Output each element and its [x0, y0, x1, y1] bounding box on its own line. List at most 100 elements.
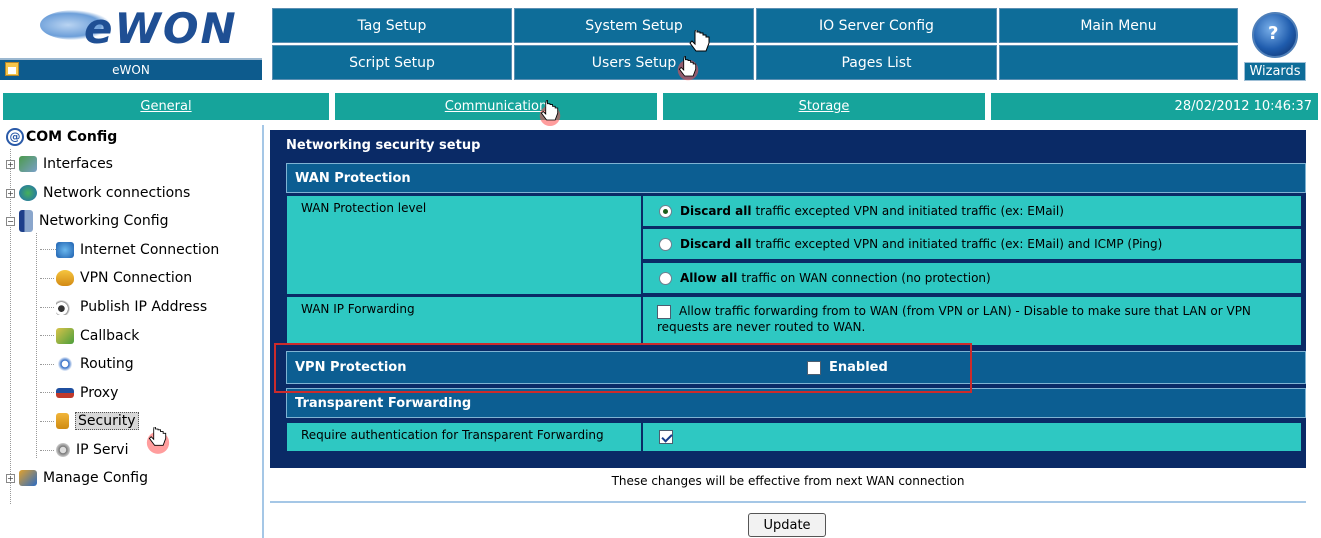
effective-note: These changes will be effective from nex…	[611, 474, 965, 488]
nav-pages-list[interactable]: Pages List	[756, 45, 997, 80]
tree-item-callback[interactable]: Callback	[56, 324, 139, 348]
at-sign-icon: @	[6, 128, 24, 146]
padlock-icon	[56, 413, 69, 429]
red-hand-cursor-icon	[677, 56, 699, 81]
tab-general[interactable]: General	[3, 93, 329, 120]
require-auth-checkbox[interactable]	[659, 429, 673, 444]
nav-tag-setup[interactable]: Tag Setup	[272, 8, 512, 43]
tree-root-label: COM Config	[26, 129, 118, 145]
tree-item-label: Security	[75, 412, 139, 430]
panel-divider	[262, 125, 264, 538]
config-tree: @ COM Config + Interfaces + Network conn…	[0, 125, 262, 538]
highlight-box	[274, 343, 972, 393]
logo-text: eWON	[84, 4, 238, 53]
require-auth-label: Require authentication for Transparent F…	[286, 422, 642, 452]
option-text: traffic on WAN connection (no protection…	[741, 271, 991, 285]
tree-item-label: Interfaces	[43, 156, 113, 172]
tree-root-com-config[interactable]: @ COM Config	[6, 125, 117, 149]
sub-navigation: General Communication Storage 28/02/2012…	[0, 86, 1321, 122]
section-wan-protection: WAN Protection	[286, 163, 1306, 193]
tree-item-network-connections[interactable]: + Network connections	[6, 181, 190, 205]
tree-item-label: Manage Config	[43, 470, 148, 486]
wan-protection-level-label: WAN Protection level	[286, 195, 642, 295]
tab-communication[interactable]: Communication	[335, 93, 657, 120]
expand-icon[interactable]: +	[6, 159, 15, 169]
tree-item-networking-config[interactable]: − Networking Config	[6, 209, 168, 233]
current-datetime: 28/02/2012 10:46:37	[991, 93, 1318, 120]
red-hand-cursor-icon-3	[146, 427, 170, 454]
require-auth-cell	[642, 422, 1302, 452]
radio-discard-all-selected[interactable]	[659, 204, 672, 218]
vpn-shield-icon	[56, 270, 74, 286]
broadcast-icon	[56, 299, 74, 315]
help-wizard-icon[interactable]: ?	[1252, 12, 1298, 58]
wizards-button[interactable]: Wizards	[1244, 62, 1306, 81]
gear-icon	[56, 443, 70, 457]
option-text: traffic excepted VPN and initiated traff…	[755, 237, 1163, 251]
tree-item-label: Networking Config	[39, 213, 169, 229]
option-bold: Discard all	[680, 237, 752, 251]
update-button[interactable]: Update	[748, 513, 826, 537]
device-name: eWON	[112, 63, 150, 77]
tab-communication-link[interactable]: Communication	[445, 99, 547, 114]
wan-option-2[interactable]: Discard all traffic excepted VPN and ini…	[642, 228, 1302, 260]
tab-storage[interactable]: Storage	[663, 93, 985, 120]
nav-main-menu[interactable]: Main Menu	[999, 8, 1238, 43]
collapse-icon[interactable]: −	[6, 216, 15, 226]
hand-cursor-icon	[689, 30, 710, 52]
forwarding-text-line1: Allow traffic forwarding from to WAN (fr…	[679, 304, 1251, 318]
internet-connection-icon	[56, 242, 74, 258]
wan-option-3[interactable]: Allow all traffic on WAN connection (no …	[642, 262, 1302, 294]
tree-item-label: Network connections	[43, 185, 191, 201]
expand-icon[interactable]: +	[6, 188, 15, 198]
option-bold: Allow all	[680, 271, 738, 285]
nav-users-setup[interactable]: Users Setup	[514, 45, 754, 80]
tree-item-vpn-connection[interactable]: VPN Connection	[56, 266, 192, 290]
nav-empty-slot	[999, 45, 1238, 80]
wan-ip-forwarding-label: WAN IP Forwarding	[286, 296, 642, 346]
tree-item-interfaces[interactable]: + Interfaces	[6, 152, 113, 176]
top-navigation: Tag Setup System Setup IO Server Config …	[272, 8, 1238, 80]
tree-item-label: Internet Connection	[80, 242, 220, 258]
proxy-arrows-icon	[56, 388, 74, 398]
device-bar: eWON	[0, 58, 262, 80]
wan-ip-forwarding-cell: Allow traffic forwarding from to WAN (fr…	[642, 296, 1302, 346]
wan-forwarding-checkbox[interactable]	[657, 304, 671, 319]
tree-item-label: Proxy	[80, 385, 119, 401]
tree-item-label: Publish IP Address	[80, 299, 208, 315]
wan-option-1[interactable]: Discard all traffic excepted VPN and ini…	[642, 195, 1302, 227]
callback-icon	[56, 328, 74, 344]
option-text: traffic excepted VPN and initiated traff…	[755, 204, 1064, 218]
tab-storage-link[interactable]: Storage	[799, 99, 850, 114]
tree-item-manage-config[interactable]: + Manage Config	[6, 466, 148, 490]
ewon-logo: eWON	[0, 0, 262, 56]
tree-item-label: VPN Connection	[80, 270, 193, 286]
tree-item-ip-services[interactable]: IP Servi	[56, 438, 128, 462]
tree-item-proxy[interactable]: Proxy	[56, 381, 118, 405]
radio-allow-all[interactable]	[659, 271, 672, 285]
tree-item-publish-ip-address[interactable]: Publish IP Address	[56, 295, 207, 319]
radio-discard-all-icmp[interactable]	[659, 237, 672, 251]
red-hand-cursor-icon-2	[539, 100, 561, 126]
expand-icon[interactable]: +	[6, 473, 15, 483]
nav-io-server-config[interactable]: IO Server Config	[756, 8, 997, 43]
networking-security-panel: Networking security setup WAN Protection…	[270, 130, 1306, 468]
forwarding-text-line2: requests are never routed to WAN.	[657, 320, 866, 334]
manage-config-icon	[19, 470, 37, 486]
nav-script-setup[interactable]: Script Setup	[272, 45, 512, 80]
option-bold: Discard all	[680, 204, 752, 218]
tree-item-label: IP Servi	[76, 442, 129, 458]
tree-item-internet-connection[interactable]: Internet Connection	[56, 238, 219, 262]
networking-config-icon	[19, 210, 33, 232]
tree-item-label: Callback	[80, 328, 140, 344]
tree-item-routing[interactable]: Routing	[56, 352, 134, 376]
panel-title: Networking security setup	[286, 138, 481, 153]
routing-icon	[56, 356, 74, 372]
globe-icon	[19, 185, 37, 201]
nav-system-setup[interactable]: System Setup	[514, 8, 754, 43]
tree-item-security[interactable]: Security	[56, 409, 139, 433]
divider-line	[270, 501, 1306, 503]
tree-item-label: Routing	[80, 356, 134, 372]
tab-general-link[interactable]: General	[140, 99, 191, 114]
interfaces-icon	[19, 156, 37, 172]
